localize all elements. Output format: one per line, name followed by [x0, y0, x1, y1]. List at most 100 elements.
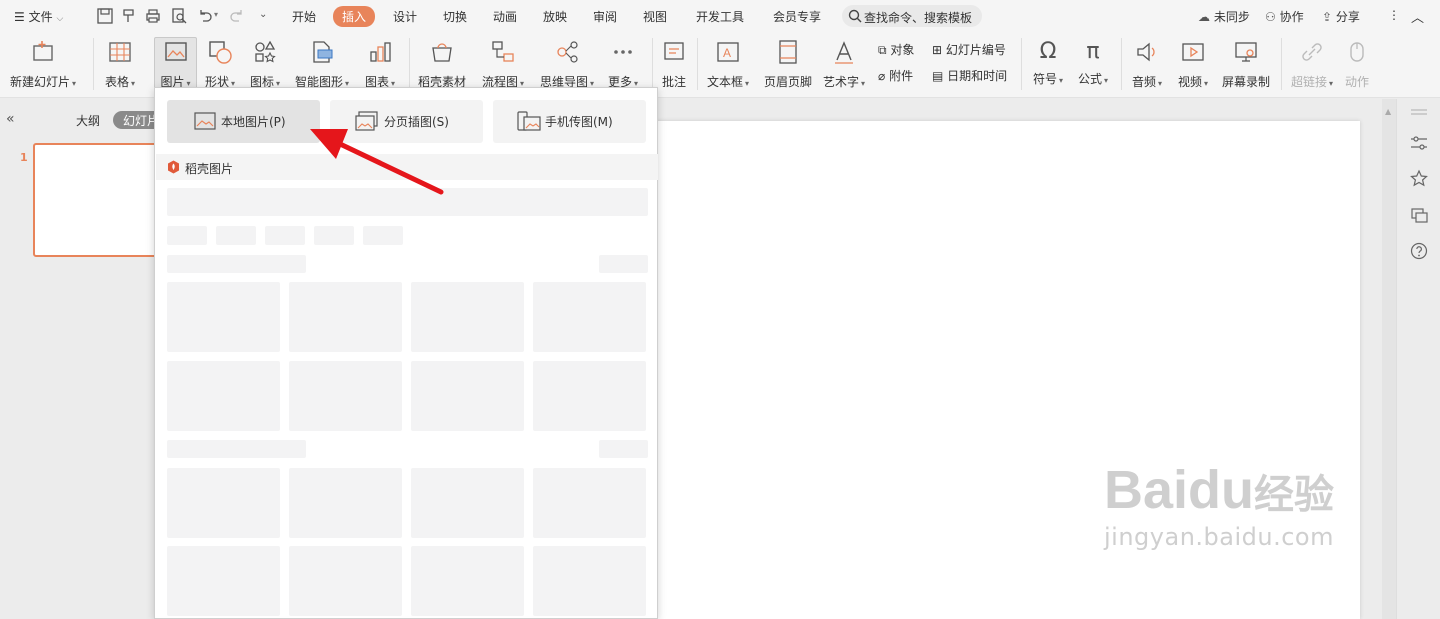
scroll-up-icon[interactable]: ▲	[1385, 107, 1391, 116]
action-button[interactable]: 动作	[1340, 38, 1374, 90]
tab-insert[interactable]: 插入	[333, 6, 376, 27]
image-skeleton	[533, 468, 646, 538]
icon-library-button[interactable]: 图标 ▾	[245, 38, 285, 90]
local-picture-button[interactable]: 本地图片(P)	[167, 100, 320, 143]
daoke-section-title: 稻壳图片	[185, 162, 234, 176]
tab-home[interactable]: 开始	[292, 8, 316, 25]
tab-design[interactable]: 设计	[393, 8, 417, 25]
tab-animation[interactable]: 动画	[493, 8, 517, 25]
hamburger-icon: ☰	[14, 10, 25, 24]
more-options-icon[interactable]: ⋮	[1388, 8, 1400, 22]
share-button[interactable]: ⇪ 分享	[1322, 8, 1360, 25]
audio-button[interactable]: 音频 ▾	[1128, 38, 1166, 90]
save-icon[interactable]	[96, 7, 114, 25]
formula-button[interactable]: π 公式 ▾	[1074, 38, 1112, 87]
video-icon	[1182, 43, 1204, 61]
picture-button[interactable]: 图片 ▾	[154, 37, 197, 90]
flowchart-icon	[492, 41, 514, 62]
tab-review[interactable]: 审阅	[593, 8, 617, 25]
table-button[interactable]: 表格 ▾	[100, 38, 140, 90]
tag-skeleton	[363, 226, 403, 245]
tab-developer[interactable]: 开发工具	[696, 8, 744, 25]
attachment-button[interactable]: ⌀ 附件	[878, 67, 913, 84]
assets-icon	[432, 43, 452, 62]
command-search-box[interactable]: 查找命令、搜索模板	[842, 5, 982, 27]
chart-button[interactable]: 图表 ▾	[361, 38, 399, 90]
share-icon: ⇪	[1322, 10, 1333, 24]
file-menu-label: 文件	[28, 10, 53, 24]
watermark-brand: Baidu	[1104, 460, 1255, 520]
video-button[interactable]: 视频 ▾	[1174, 38, 1212, 90]
vertical-scrollbar[interactable]: ▲	[1382, 99, 1396, 619]
phone-picture-button[interactable]: 手机传图(M)	[493, 100, 646, 143]
customize-toolbar-icon[interactable]: ⌄	[259, 9, 267, 20]
section-title-skeleton	[167, 440, 306, 458]
flowchart-button[interactable]: 流程图 ▾	[478, 38, 528, 90]
tab-view[interactable]: 视图	[643, 8, 667, 25]
collapse-panel-icon[interactable]: «	[6, 111, 15, 127]
adjust-icon[interactable]	[1409, 134, 1429, 152]
header-footer-button[interactable]: 页眉页脚	[762, 38, 814, 90]
screen-record-label: 屏幕录制	[1221, 75, 1270, 89]
help-icon[interactable]	[1409, 241, 1429, 261]
new-slide-button[interactable]: 新建幻灯片 ▾	[10, 38, 76, 90]
textbox-button[interactable]: A 文本框 ▾	[705, 38, 751, 90]
redo-icon[interactable]	[228, 7, 246, 25]
shape-button[interactable]: 形状 ▾	[200, 38, 240, 90]
undo-dropdown-icon[interactable]: ▾	[214, 10, 218, 19]
ribbon-separator	[1021, 38, 1022, 90]
image-skeleton	[533, 546, 646, 616]
tab-transition[interactable]: 切换	[443, 8, 467, 25]
video-label: 视频	[1177, 75, 1202, 89]
image-skeleton	[167, 361, 280, 431]
comment-button[interactable]: 批注	[658, 38, 690, 90]
wordart-button[interactable]: 艺术字 ▾	[821, 38, 867, 90]
caret-down-icon: ▾	[745, 79, 750, 88]
symbol-button[interactable]: Ω 符号 ▾	[1029, 38, 1067, 87]
smartart-button[interactable]: 智能图形 ▾	[292, 38, 352, 90]
image-skeleton	[289, 546, 402, 616]
tab-outline[interactable]: 大纲	[76, 112, 100, 129]
star-icon[interactable]	[1409, 169, 1429, 189]
date-time-button[interactable]: ▤ 日期和时间	[932, 67, 1007, 84]
image-skeleton	[411, 282, 524, 352]
tab-slideshow[interactable]: 放映	[543, 8, 567, 25]
icons-icon	[255, 40, 276, 63]
tag-skeleton	[216, 226, 256, 245]
daoke-logo-icon	[168, 160, 179, 174]
format-painter-icon[interactable]	[120, 7, 138, 25]
red-annotation-arrow	[310, 129, 444, 195]
file-menu[interactable]: ☰ 文件 ⌵	[14, 8, 63, 25]
screen-record-icon	[1235, 42, 1257, 62]
daoke-assets-button[interactable]: 稻壳素材	[416, 38, 468, 90]
screen-record-button[interactable]: 屏幕录制	[1220, 38, 1272, 90]
slide-number-button[interactable]: ⊞ 幻灯片编号	[932, 41, 1006, 58]
print-preview-icon[interactable]	[170, 7, 188, 25]
collapse-ribbon-icon[interactable]: ︿	[1411, 7, 1424, 26]
slides-switch-icon[interactable]	[1409, 205, 1429, 225]
calendar-icon: ▤	[932, 69, 944, 83]
more-link-skeleton	[599, 255, 648, 273]
drag-handle-icon	[1411, 113, 1427, 115]
object-button[interactable]: ⧉ 对象	[878, 41, 914, 58]
user-icon: ⚇	[1265, 10, 1276, 24]
print-icon[interactable]	[144, 7, 162, 25]
image-skeleton	[289, 468, 402, 538]
caret-down-icon: ▾	[131, 79, 136, 88]
cloud-icon: ☁	[1198, 10, 1210, 24]
tab-member[interactable]: 会员专享	[773, 8, 821, 25]
drag-handle-icon	[1411, 109, 1427, 111]
sync-status-button[interactable]: ☁ 未同步	[1198, 8, 1250, 25]
phone-picture-icon	[517, 111, 541, 131]
link-icon	[1302, 43, 1322, 61]
slide-thumbnail[interactable]	[33, 143, 163, 257]
header-footer-icon	[779, 40, 797, 64]
slide-number-label: 幻灯片编号	[945, 43, 1006, 57]
mindmap-button[interactable]: 思维导图 ▾	[537, 38, 597, 90]
more-insert-button[interactable]: 更多 ▾	[604, 38, 642, 90]
symbol-label: 符号	[1032, 72, 1057, 86]
new-slide-icon	[33, 41, 53, 61]
collaborate-button[interactable]: ⚇ 协作	[1265, 8, 1304, 25]
hyperlink-button[interactable]: 超链接 ▾	[1288, 38, 1336, 90]
undo-icon[interactable]	[196, 7, 214, 25]
